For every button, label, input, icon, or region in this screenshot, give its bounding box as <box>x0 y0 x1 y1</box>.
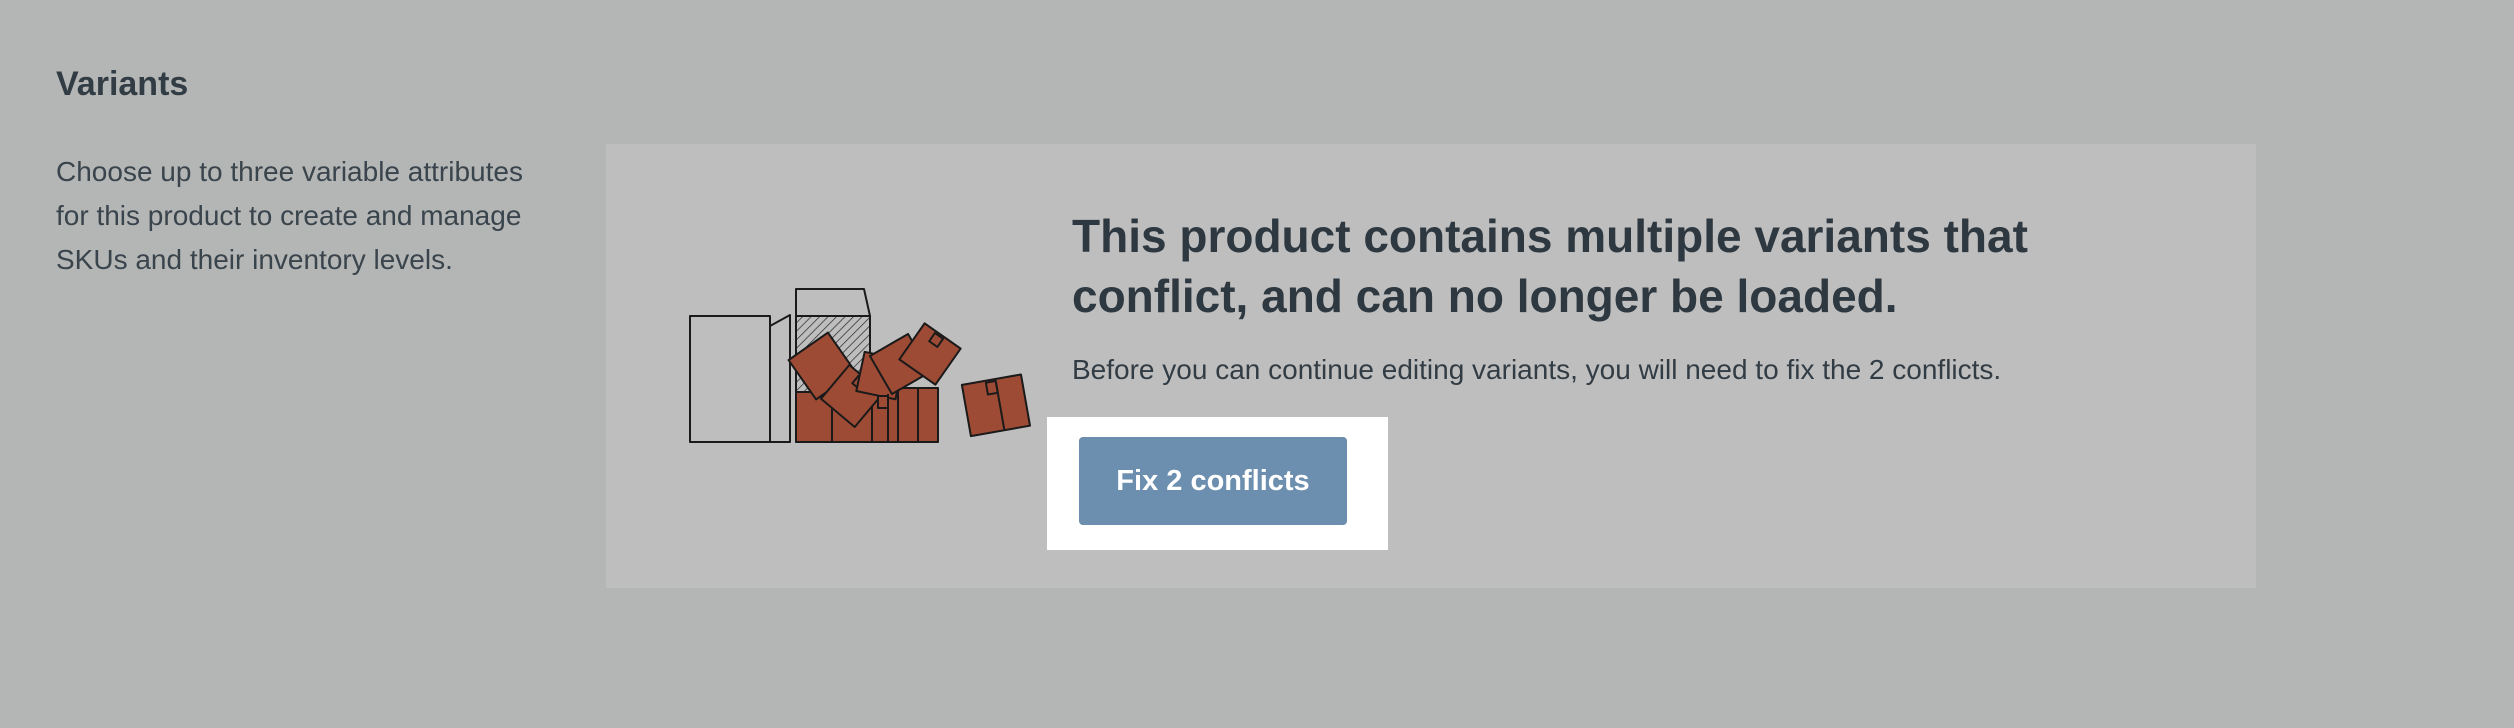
conflict-message: Before you can continue editing variants… <box>1072 354 2002 385</box>
scattered-boxes-icon <box>682 284 1032 454</box>
conflict-panel: This product contains multiple variants … <box>606 144 2256 588</box>
conflict-content: This product contains multiple variants … <box>1072 206 2172 390</box>
conflict-heading: This product contains multiple variants … <box>1072 210 2028 322</box>
section-description: Choose up to three variable attributes f… <box>56 156 523 275</box>
button-highlight: Fix 2 conflicts <box>1047 417 1388 550</box>
section-title: Variants <box>56 65 189 103</box>
variants-section: Variants Choose up to three variable att… <box>0 0 2514 728</box>
section-sidebar: Variants Choose up to three variable att… <box>56 56 546 282</box>
fix-conflicts-button[interactable]: Fix 2 conflicts <box>1079 437 1347 525</box>
